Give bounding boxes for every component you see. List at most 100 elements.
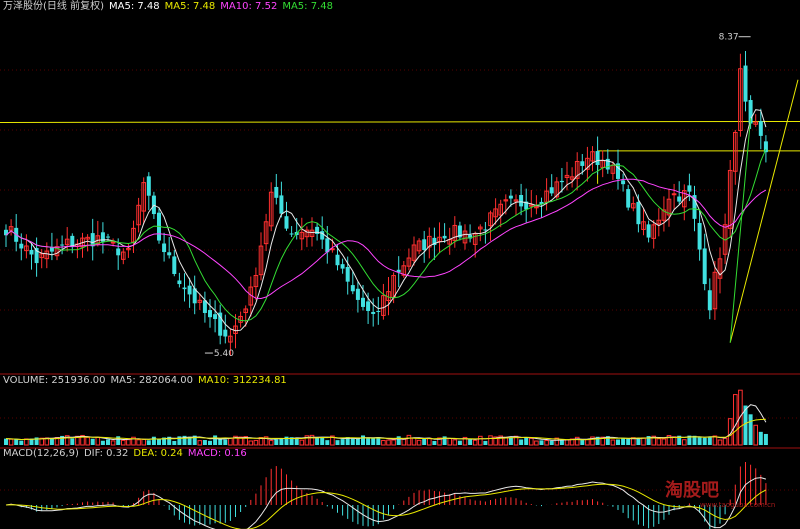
volume-bar bbox=[172, 440, 177, 445]
volume-bar bbox=[146, 440, 151, 445]
volume-bar bbox=[580, 439, 585, 445]
volume-bar bbox=[157, 439, 161, 445]
legend-item: 万泽股份(日线 前复权) bbox=[3, 0, 104, 12]
candle-body bbox=[223, 329, 228, 337]
candle-body bbox=[508, 195, 513, 199]
candle-body bbox=[422, 239, 427, 250]
candle-body bbox=[29, 249, 34, 255]
volume-bar bbox=[325, 440, 330, 445]
legend-item: DIF: 0.32 bbox=[84, 448, 128, 459]
candle-body bbox=[345, 267, 350, 282]
candle-body bbox=[687, 185, 692, 192]
volume-bar bbox=[116, 436, 121, 445]
candle-body bbox=[636, 201, 641, 225]
volume-bar bbox=[335, 440, 340, 445]
volume-bar bbox=[151, 436, 156, 445]
candle-body bbox=[361, 297, 365, 307]
candle-body bbox=[549, 187, 554, 194]
candle-body bbox=[366, 301, 371, 311]
candle-body bbox=[208, 310, 212, 318]
candle-body bbox=[320, 231, 325, 240]
candle-body bbox=[49, 247, 54, 252]
candle-body bbox=[187, 285, 192, 295]
legend-item: MACD: 0.16 bbox=[188, 448, 247, 459]
volume-bar bbox=[483, 440, 488, 445]
candle-body bbox=[146, 176, 151, 196]
volume-bar bbox=[636, 438, 641, 445]
candle-body bbox=[106, 236, 110, 238]
candle-body bbox=[167, 252, 172, 256]
candle-body bbox=[274, 186, 279, 198]
candle-body bbox=[182, 287, 187, 290]
volume-bar bbox=[457, 440, 462, 445]
volume-bar bbox=[19, 440, 24, 445]
volume-bar bbox=[702, 437, 707, 445]
candle-body bbox=[218, 312, 223, 336]
candle-body bbox=[483, 229, 488, 231]
watermark-text: 淘股吧 bbox=[665, 479, 719, 501]
volume-bar bbox=[626, 438, 631, 445]
volume-bar bbox=[559, 440, 564, 445]
volume-bar bbox=[508, 437, 513, 445]
candle-body bbox=[284, 216, 289, 229]
candle-body bbox=[702, 248, 707, 285]
legend-item: MA5: 7.48 bbox=[282, 1, 333, 12]
candle-body bbox=[340, 264, 345, 269]
candle-body bbox=[580, 161, 585, 166]
volume-bar bbox=[432, 440, 437, 445]
volume-bar bbox=[621, 437, 626, 445]
volume-bar bbox=[4, 438, 8, 445]
volume-bar bbox=[355, 438, 360, 445]
legend-item: MA10: 7.52 bbox=[220, 1, 277, 12]
volume-bar bbox=[697, 436, 702, 445]
volume-bar bbox=[616, 439, 620, 445]
volume-bar bbox=[350, 438, 355, 445]
volume-bar bbox=[106, 439, 110, 445]
volume-bar bbox=[396, 436, 401, 445]
legend-item: MA5: 7.48 bbox=[165, 1, 216, 12]
volume-bar bbox=[14, 439, 19, 445]
candle-body bbox=[743, 65, 748, 102]
candle-body bbox=[116, 248, 121, 256]
legend-item: MACD(12,26,9) bbox=[3, 448, 79, 459]
candle-body bbox=[559, 180, 564, 183]
volume-bar bbox=[279, 438, 284, 445]
candle-body bbox=[646, 224, 651, 238]
legend-item: MA5: 282064.00 bbox=[111, 375, 193, 386]
candle-body bbox=[442, 235, 447, 239]
legend-item: MA10: 312234.81 bbox=[198, 375, 287, 386]
legend-item: DEA: 0.24 bbox=[133, 448, 183, 459]
stock-chart: 8.37 5.40 万泽股份(日线 前复权) MA5: 7.48 MA5: 7.48 M… bbox=[0, 0, 800, 529]
candle-body bbox=[177, 280, 182, 285]
volume-bar bbox=[524, 437, 529, 445]
volume-bar bbox=[707, 437, 712, 445]
volume-bar bbox=[70, 438, 75, 445]
price-legend: 万泽股份(日线 前复权) MA5: 7.48 MA5: 7.48 MA10: 7.52… bbox=[3, 0, 333, 12]
watermark-url: www.taoguba.com.cn bbox=[700, 501, 775, 509]
candle-body bbox=[289, 233, 294, 235]
candle-body bbox=[376, 310, 381, 312]
candle-body bbox=[763, 141, 768, 153]
candle-body bbox=[519, 194, 524, 207]
volume-bar bbox=[100, 440, 105, 445]
low-label: 5.40 bbox=[214, 349, 234, 359]
candle-body bbox=[371, 311, 376, 314]
candle-body bbox=[595, 151, 600, 165]
candle-body bbox=[213, 314, 218, 320]
volume-bar bbox=[223, 439, 228, 445]
candle-body bbox=[697, 222, 702, 250]
volume-bar bbox=[315, 437, 320, 445]
volume-bar bbox=[213, 435, 218, 445]
candle-body bbox=[758, 121, 763, 136]
high-label: 8.37 bbox=[719, 33, 739, 43]
candle-body bbox=[335, 254, 340, 266]
volume-bar bbox=[758, 431, 763, 445]
volume-bar bbox=[422, 438, 427, 445]
volume-bar bbox=[763, 433, 768, 445]
volume-bar bbox=[49, 438, 54, 445]
volume-bar bbox=[208, 440, 212, 445]
volume-bar bbox=[371, 437, 376, 445]
legend-item: VOLUME: 251936.00 bbox=[3, 375, 106, 386]
candle-body bbox=[355, 288, 360, 300]
candle-body bbox=[621, 180, 626, 185]
